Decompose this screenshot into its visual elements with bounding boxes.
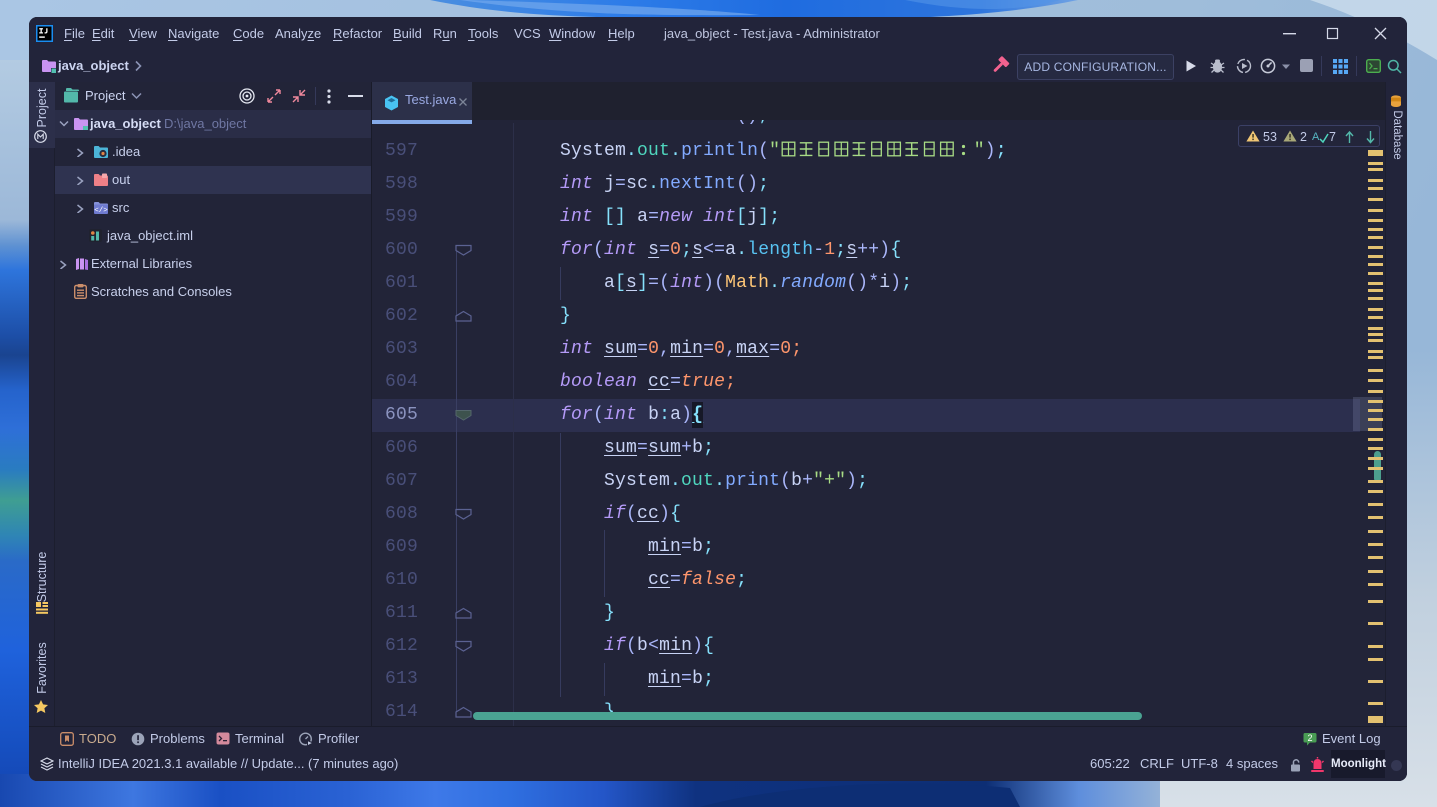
svg-text:</>: </> xyxy=(94,207,108,214)
svg-text:A: A xyxy=(1312,131,1320,143)
svg-text:2: 2 xyxy=(1307,733,1312,743)
